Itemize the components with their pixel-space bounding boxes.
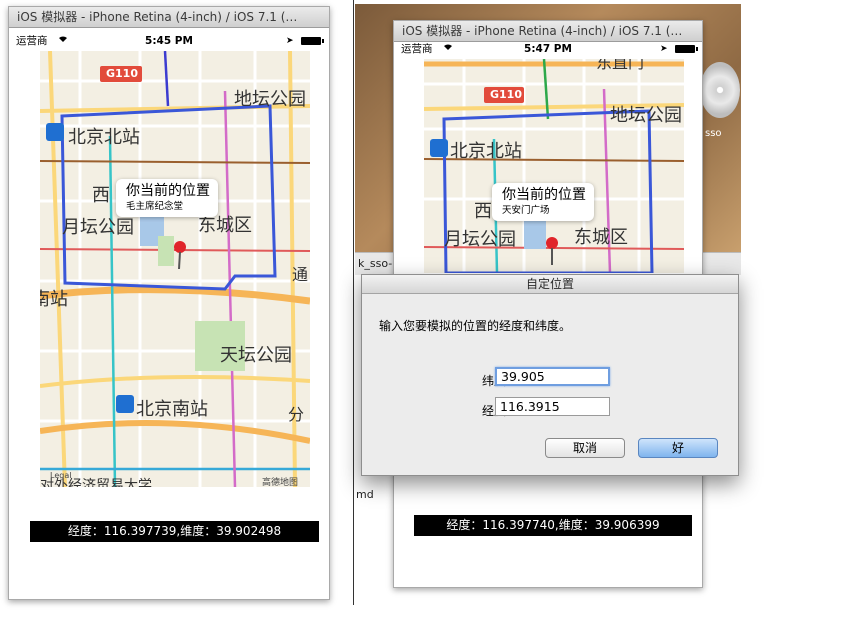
callout-title: 你当前的位置 bbox=[126, 183, 210, 199]
coordinates-display: 经度：116.397740,维度：39.906399 bbox=[414, 515, 692, 536]
coordinates-display: 经度：116.397739,维度：39.902498 bbox=[30, 521, 319, 542]
dialog-title[interactable]: 自定位置 bbox=[362, 275, 738, 294]
right-map-view[interactable]: 东直门 G110 地坛公园 北京北站 西 月坛公园 东城区 你当前的位置 天安门… bbox=[424, 59, 684, 273]
callout-title: 你当前的位置 bbox=[502, 187, 586, 203]
callout-subtitle: 天安门广场 bbox=[502, 205, 550, 216]
beijing-north-label: 北京北站 bbox=[68, 127, 140, 148]
status-time: 5:45 PM bbox=[145, 35, 193, 47]
latitude-input[interactable]: 39.905 bbox=[495, 367, 610, 386]
right-window-title[interactable]: iOS 模拟器 - iPhone Retina (4-inch) / iOS 7… bbox=[394, 21, 702, 42]
panel-divider bbox=[353, 0, 354, 605]
left-map-graphic bbox=[40, 51, 310, 487]
left-window-title[interactable]: iOS 模拟器 - iPhone Retina (4-inch) / iOS 7… bbox=[9, 7, 329, 28]
location-arrow-icon: ➤ bbox=[660, 44, 668, 54]
beijing-south-label: 北京南站 bbox=[136, 399, 208, 420]
location-arrow-icon: ➤ bbox=[286, 36, 294, 46]
nan-zhan-label: 南站 bbox=[40, 289, 68, 310]
battery-icon bbox=[301, 37, 324, 45]
fen-label: 分 bbox=[288, 405, 305, 424]
right-status-bar: 运营商 5:47 PM ➤ bbox=[394, 41, 702, 57]
ditan-label: 地坛公园 bbox=[610, 105, 682, 126]
beijing-north-label: 北京北站 bbox=[450, 141, 522, 162]
xi-label: 西 bbox=[92, 185, 110, 206]
legal-link[interactable]: Legal bbox=[50, 471, 71, 480]
highway-label: G110 bbox=[490, 88, 522, 101]
station-icon bbox=[46, 123, 64, 141]
highway-label: G110 bbox=[106, 67, 138, 80]
map-provider-label: 高德地图 bbox=[262, 478, 299, 487]
top-place-label: 东直门 bbox=[596, 59, 645, 72]
behind-window-text-md: md bbox=[356, 488, 374, 501]
yuetan-label: 月坛公园 bbox=[444, 229, 516, 250]
battery-icon bbox=[675, 45, 698, 53]
xi-label: 西 bbox=[474, 201, 492, 222]
ok-button[interactable]: 好 bbox=[638, 438, 718, 458]
cd-icon bbox=[700, 62, 740, 118]
ditan-label: 地坛公园 bbox=[234, 89, 306, 110]
dialog-message: 输入您要模拟的位置的经度和纬度。 bbox=[379, 319, 572, 333]
location-callout[interactable]: 你当前的位置 毛主席纪念堂 bbox=[116, 179, 218, 217]
location-callout[interactable]: 你当前的位置 天安门广场 bbox=[492, 183, 594, 221]
left-map-view[interactable]: G110 地坛公园 北京北站 西 月坛公园 东城区 通 南站 天坛公园 北京南站… bbox=[40, 51, 310, 487]
behind-window-text: k_sso- bbox=[358, 257, 393, 270]
callout-subtitle: 毛主席纪念堂 bbox=[126, 201, 184, 212]
status-time: 5:47 PM bbox=[524, 43, 572, 55]
left-simulator-window: iOS 模拟器 - iPhone Retina (4-inch) / iOS 7… bbox=[8, 6, 330, 600]
cd-label: sso bbox=[705, 128, 722, 139]
custom-location-dialog: 自定位置 输入您要模拟的位置的经度和纬度。 纬度: 39.905 经度: 116… bbox=[361, 274, 739, 476]
longitude-input[interactable]: 116.3915 bbox=[495, 397, 610, 416]
station-icon bbox=[430, 139, 448, 157]
left-status-bar: 运营商 5:45 PM ➤ bbox=[9, 33, 329, 49]
dongcheng-label: 东城区 bbox=[574, 227, 628, 248]
tong-label: 通 bbox=[292, 265, 309, 284]
station-icon bbox=[116, 395, 134, 413]
cancel-button[interactable]: 取消 bbox=[545, 438, 625, 458]
tiantan-label: 天坛公园 bbox=[220, 345, 292, 366]
